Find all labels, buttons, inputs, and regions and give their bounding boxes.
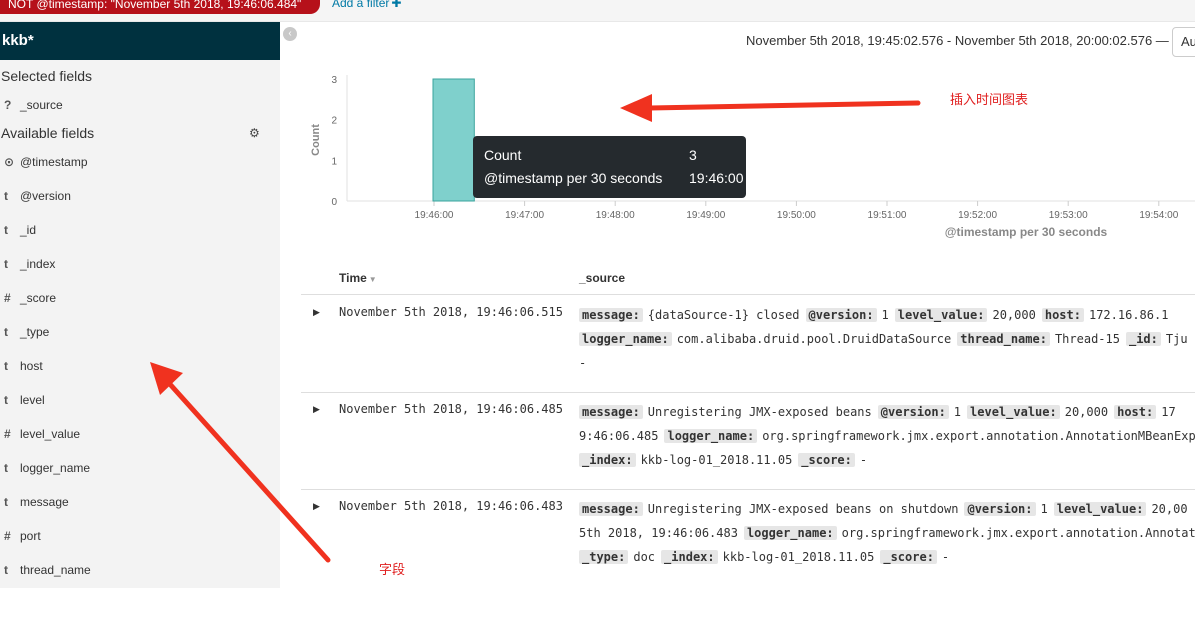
source-key: _type: bbox=[579, 550, 629, 564]
source-line: logger_name: com.alibaba.druid.pool.Druid… bbox=[579, 332, 1195, 352]
source-key: message: bbox=[579, 405, 643, 419]
source-key: message: bbox=[579, 308, 643, 322]
row-divider bbox=[301, 489, 1195, 490]
source-key: _score: bbox=[880, 550, 937, 564]
source-value: 1 bbox=[881, 308, 889, 322]
source-value: kkb-log-01_2018.11.05 bbox=[640, 453, 793, 467]
source-value: Thread-15 bbox=[1054, 332, 1120, 346]
arrow-to-chart bbox=[620, 94, 921, 122]
source-value: - bbox=[941, 550, 950, 564]
source-key: thread_name: bbox=[957, 332, 1050, 346]
source-value: 9:46:06.485 bbox=[579, 429, 659, 443]
source-line: _index: kkb-log-01_2018.11.05 _score: - bbox=[579, 453, 1195, 473]
source-value: {dataSource-1} closed bbox=[647, 308, 800, 322]
row-divider bbox=[301, 294, 1195, 295]
source-key: logger_name: bbox=[743, 526, 837, 540]
row-timestamp: November 5th 2018, 19:46:06.515 bbox=[339, 305, 563, 319]
source-line: message: {dataSource-1} closed @version: 1 l… bbox=[579, 308, 1195, 328]
source-key: host: bbox=[1114, 405, 1157, 419]
source-line: - bbox=[579, 356, 1195, 376]
source-key: logger_name: bbox=[664, 429, 758, 443]
source-value: Unregistering JMX-exposed beans bbox=[647, 405, 872, 419]
source-key: level_value: bbox=[1053, 502, 1147, 516]
column-header-source[interactable]: _source bbox=[579, 271, 625, 285]
kibana-discover: NOT @timestamp: "November 5th 2018, 19:4… bbox=[0, 0, 1195, 635]
source-value: 1 bbox=[1040, 502, 1048, 516]
source-key: @version: bbox=[877, 405, 949, 419]
source-key: @version: bbox=[964, 502, 1036, 516]
source-value: 1 bbox=[953, 405, 962, 419]
source-value: 5th 2018, 19:46:06.483 bbox=[579, 526, 738, 540]
expand-row-icon[interactable]: ▶ bbox=[313, 501, 320, 512]
chart-annotation: 插入时间图表 bbox=[950, 92, 1029, 107]
source-value: org.springframework.jmx.export.annotatio… bbox=[841, 526, 1195, 540]
source-key: message: bbox=[579, 502, 643, 516]
source-line: message: Unregistering JMX-exposed beans @… bbox=[579, 405, 1195, 425]
source-value: - bbox=[579, 356, 587, 370]
sort-caret-icon[interactable]: ▼ bbox=[369, 275, 377, 284]
fields-annotation: 字段 bbox=[379, 562, 406, 577]
source-value: Tju bbox=[1165, 332, 1188, 346]
column-header-label: Time bbox=[339, 271, 367, 285]
source-value: com.alibaba.druid.pool.DruidDataSource bbox=[676, 332, 952, 346]
source-key: logger_name: bbox=[579, 332, 672, 346]
row-timestamp: November 5th 2018, 19:46:06.483 bbox=[339, 499, 563, 513]
source-line: 5th 2018, 19:46:06.483 logger_name: org.sp… bbox=[579, 526, 1195, 546]
column-header-time[interactable]: Time ▼ bbox=[339, 271, 377, 285]
source-value: 20,000 bbox=[1064, 405, 1109, 419]
source-value: - bbox=[859, 453, 868, 467]
source-value: 172.16.86.1 bbox=[1088, 308, 1169, 322]
source-value: 17 bbox=[1161, 405, 1176, 419]
source-value: doc bbox=[633, 550, 656, 564]
row-divider bbox=[301, 392, 1195, 393]
expand-row-icon[interactable]: ▶ bbox=[313, 404, 320, 415]
source-value: kkb-log-01_2018.11.05 bbox=[722, 550, 875, 564]
source-value: org.springframework.jmx.export.annotatio… bbox=[762, 429, 1195, 443]
source-value: Unregistering JMX-exposed beans on shutd… bbox=[647, 502, 959, 516]
source-key: level_value: bbox=[894, 308, 988, 322]
source-line: message: Unregistering JMX-exposed beans … bbox=[579, 502, 1195, 522]
source-key: host: bbox=[1041, 308, 1084, 322]
source-line: 9:46:06.485 logger_name: org.springframewo… bbox=[579, 429, 1195, 449]
source-key: level_value: bbox=[967, 405, 1060, 419]
source-value: 20,000 bbox=[992, 308, 1036, 322]
source-key: _index: bbox=[661, 550, 718, 564]
expand-row-icon[interactable]: ▶ bbox=[313, 307, 320, 318]
source-key: @version: bbox=[805, 308, 877, 322]
source-key: _score: bbox=[798, 453, 855, 467]
source-key: _index: bbox=[579, 453, 636, 467]
source-line: _type: doc _index: kkb-log-01_2018.11.05 _sc… bbox=[579, 550, 1195, 570]
source-key: _id: bbox=[1125, 332, 1161, 346]
source-value: 20,00 bbox=[1151, 502, 1188, 516]
row-timestamp: November 5th 2018, 19:46:06.485 bbox=[339, 402, 563, 416]
